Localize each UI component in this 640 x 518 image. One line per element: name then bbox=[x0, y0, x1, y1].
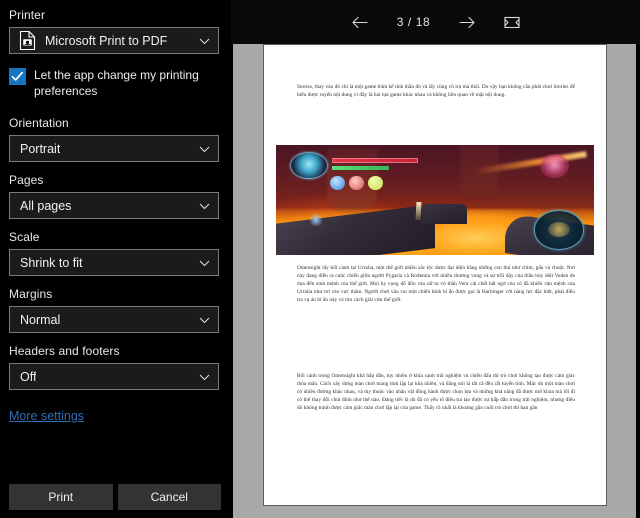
dialog-action-buttons: Print Cancel bbox=[9, 484, 221, 510]
document-figure-game-screenshot bbox=[276, 145, 594, 255]
document-paragraph: Stories, thay vào đó chỉ là một game thừ… bbox=[297, 84, 575, 99]
chevron-down-icon bbox=[199, 314, 210, 325]
scale-field-group: Scale Shrink to fit bbox=[9, 230, 219, 276]
figure-hud-minimap bbox=[533, 209, 585, 250]
printing-preferences-checkbox-row[interactable]: Let the app change my printing preferenc… bbox=[9, 67, 221, 99]
scale-label: Scale bbox=[9, 230, 40, 244]
chevron-down-icon bbox=[199, 35, 210, 46]
headers-footers-value: Off bbox=[20, 369, 37, 384]
chevron-down-icon bbox=[199, 371, 210, 382]
figure-blade-glint bbox=[415, 202, 422, 220]
orientation-field-group: Orientation Portrait bbox=[9, 116, 219, 162]
print-preview-pane: 3 / 18 Stories, thay vào đó chỉ là một g… bbox=[231, 0, 640, 518]
chevron-down-icon bbox=[199, 200, 210, 211]
cancel-button[interactable]: Cancel bbox=[117, 484, 221, 510]
pages-value: All pages bbox=[20, 198, 72, 213]
more-settings-link[interactable]: More settings bbox=[9, 409, 84, 423]
orientation-select[interactable]: Portrait bbox=[9, 135, 219, 162]
printer-value: Microsoft Print to PDF bbox=[45, 33, 168, 48]
figure-hud-ability-orb bbox=[330, 175, 345, 191]
check-icon bbox=[11, 71, 24, 81]
page-indicator: 3 / 18 bbox=[396, 15, 431, 29]
print-button[interactable]: Print bbox=[9, 484, 113, 510]
document-paragraph: Omensight lấy bối cảnh tại Urralia, một … bbox=[297, 265, 575, 304]
arrow-left-icon[interactable] bbox=[349, 11, 371, 33]
margins-select[interactable]: Normal bbox=[9, 306, 219, 333]
pages-select[interactable]: All pages bbox=[9, 192, 219, 219]
print-settings-panel: Printer Microsoft Print to PDF Let the a… bbox=[0, 0, 231, 518]
arrow-right-icon[interactable] bbox=[457, 11, 479, 33]
margins-field-group: Margins Normal bbox=[9, 287, 219, 333]
pages-label: Pages bbox=[9, 173, 44, 187]
printing-preferences-label: Let the app change my printing preferenc… bbox=[34, 68, 199, 98]
margins-label: Margins bbox=[9, 287, 53, 301]
figure-hud-stamina-bar bbox=[331, 166, 389, 170]
figure-enemy-glow bbox=[539, 153, 569, 178]
margins-value: Normal bbox=[20, 312, 61, 327]
figure-hud-ability-orb bbox=[349, 175, 364, 191]
document-paragraph: Bối cảnh trong Omensight khá hấp dẫn, tu… bbox=[297, 373, 575, 412]
figure-hud-health-bar bbox=[331, 158, 418, 164]
pages-field-group: Pages All pages bbox=[9, 173, 219, 219]
printer-field-group: Printer Microsoft Print to PDF bbox=[9, 8, 219, 54]
preview-scroll-surface[interactable]: Stories, thay vào đó chỉ là một game thừ… bbox=[233, 44, 636, 518]
chevron-down-icon bbox=[199, 257, 210, 268]
document-page: Stories, thay vào đó chỉ là một game thừ… bbox=[263, 44, 607, 506]
printer-select[interactable]: Microsoft Print to PDF bbox=[9, 27, 219, 54]
figure-midground-rock bbox=[422, 204, 467, 225]
scale-select[interactable]: Shrink to fit bbox=[9, 249, 219, 276]
printer-label: Printer bbox=[9, 8, 46, 22]
scale-value: Shrink to fit bbox=[20, 255, 83, 270]
headers-footers-label: Headers and footers bbox=[9, 344, 120, 358]
figure-hud-ability-orb bbox=[368, 175, 383, 191]
headers-footers-field-group: Headers and footers Off bbox=[9, 344, 219, 390]
fit-to-page-icon[interactable] bbox=[501, 11, 523, 33]
chevron-down-icon bbox=[199, 143, 210, 154]
headers-footers-select[interactable]: Off bbox=[9, 363, 219, 390]
preview-toolbar: 3 / 18 bbox=[231, 0, 640, 44]
pdf-document-icon bbox=[16, 30, 38, 52]
orientation-value: Portrait bbox=[20, 141, 61, 156]
orientation-label: Orientation bbox=[9, 116, 69, 130]
printing-preferences-checkbox[interactable] bbox=[9, 68, 26, 85]
